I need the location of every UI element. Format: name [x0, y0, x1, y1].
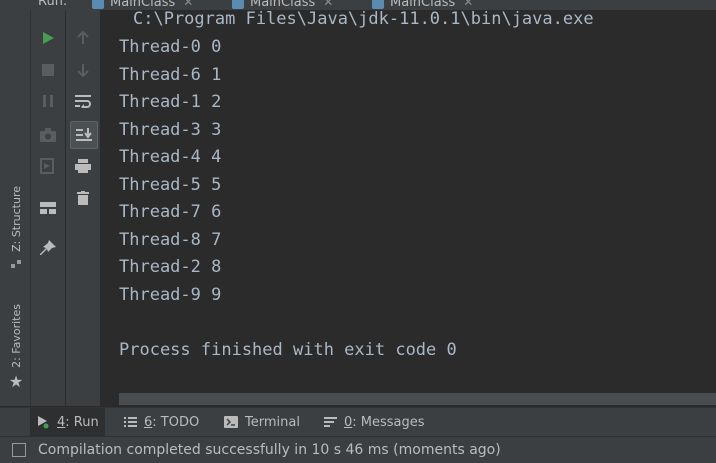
console-line: Thread-2 8	[119, 257, 222, 277]
run-tab-icon	[36, 415, 50, 429]
tab-messages[interactable]: 0 : Messages	[318, 408, 431, 436]
pause-icon	[43, 95, 53, 107]
favorites-tool-button[interactable]: 2: Favorites ★	[6, 304, 26, 391]
pin-icon	[40, 240, 56, 255]
scroll-to-end-button[interactable]	[70, 121, 98, 149]
run-label: Run:	[38, 0, 68, 9]
scroll-to-end-icon	[76, 128, 92, 141]
console-line: Thread-0 0	[119, 37, 222, 57]
down-stack-button[interactable]	[71, 58, 95, 82]
messages-tab-label: : Messages	[352, 414, 425, 430]
todo-tab-label: : TODO	[152, 414, 200, 430]
tab-mainclass-3[interactable]: MainClass ✕	[372, 0, 473, 10]
terminal-tab-label: Terminal	[245, 414, 300, 430]
close-icon[interactable]: ✕	[183, 0, 193, 9]
tab-label: MainClass	[250, 0, 316, 10]
console-line: Thread-9 9	[119, 285, 222, 305]
run-toolbar-primary	[31, 10, 65, 406]
run-toolbar-secondary	[66, 10, 101, 406]
console-line: Thread-7 6	[119, 202, 222, 222]
class-icon	[232, 0, 244, 9]
pause-button[interactable]	[36, 89, 60, 113]
run-tab-label: : Run	[65, 414, 99, 430]
exit-icon	[40, 158, 54, 174]
close-icon[interactable]: ✕	[463, 0, 473, 9]
exit-button[interactable]	[36, 154, 60, 178]
todo-tab-key: 6	[144, 414, 153, 430]
close-icon[interactable]: ✕	[323, 0, 333, 9]
clear-all-button[interactable]	[71, 186, 95, 210]
horizontal-scrollbar[interactable]	[119, 393, 716, 405]
tab-run[interactable]: 4 : Run	[30, 408, 105, 436]
console-line: Thread-1 2	[119, 92, 222, 112]
tab-mainclass-1[interactable]: MainClass ✕	[92, 0, 193, 10]
pin-button[interactable]	[36, 236, 60, 260]
status-message: Compilation completed successfully in 10…	[38, 442, 501, 458]
structure-label: Z: Structure	[9, 186, 23, 252]
tool-windows-toggle-icon[interactable]	[12, 443, 26, 457]
layout-button[interactable]	[36, 196, 60, 220]
print-icon	[75, 159, 91, 173]
favorites-label: 2: Favorites	[9, 304, 23, 368]
layout-icon	[40, 202, 56, 214]
dump-threads-button[interactable]	[36, 123, 60, 147]
terminal-icon	[224, 416, 238, 428]
tab-terminal[interactable]: Terminal	[218, 408, 306, 436]
class-icon	[92, 0, 104, 9]
run-icon	[43, 32, 54, 44]
camera-icon	[40, 128, 56, 142]
console-line: Thread-3 3	[119, 120, 222, 140]
structure-tool-button[interactable]: Z: Structure	[6, 186, 26, 270]
command-line: C:\Program Files\Java\jdk-11.0.1\bin\jav…	[133, 10, 594, 29]
stop-button[interactable]	[36, 58, 60, 82]
tab-todo[interactable]: 6 : TODO	[118, 408, 205, 436]
star-icon: ★	[8, 371, 24, 391]
soft-wrap-button[interactable]	[71, 89, 95, 113]
run-tab-key: 4	[57, 414, 66, 430]
stop-icon	[42, 64, 54, 76]
up-stack-button[interactable]	[71, 26, 95, 50]
console-line: Thread-4 4	[119, 147, 222, 167]
status-bar: Compilation completed successfully in 10…	[0, 436, 716, 463]
structure-icon	[11, 259, 21, 268]
tab-mainclass-2[interactable]: MainClass ✕	[232, 0, 333, 10]
left-tool-strip: Z: Structure 2: Favorites ★	[0, 10, 31, 406]
soft-wrap-icon	[75, 95, 91, 108]
console-line: Thread-8 7	[119, 230, 222, 250]
messages-tab-key: 0	[344, 414, 353, 430]
console-line: Thread-5 5	[119, 175, 222, 195]
tab-label: MainClass	[110, 0, 176, 10]
messages-icon	[324, 416, 337, 428]
tab-label: MainClass	[390, 0, 456, 10]
class-icon	[372, 0, 384, 9]
run-tabs-bar: Run: MainClass ✕ MainClass ✕ MainClass ✕	[0, 0, 716, 10]
todo-list-icon	[124, 416, 137, 428]
arrow-down-icon	[77, 64, 89, 77]
rerun-button[interactable]	[36, 26, 60, 50]
process-finished-line: Process finished with exit code 0	[119, 340, 457, 360]
print-button[interactable]	[71, 154, 95, 178]
trash-icon	[77, 191, 89, 205]
console-output[interactable]: C:\Program Files\Java\jdk-11.0.1\bin\jav…	[101, 10, 716, 406]
bottom-tool-tabs: 4 : Run 6 : TODO Terminal 0 : Messages	[0, 407, 716, 436]
console-line: Thread-6 1	[119, 65, 222, 85]
arrow-up-icon	[77, 31, 89, 44]
